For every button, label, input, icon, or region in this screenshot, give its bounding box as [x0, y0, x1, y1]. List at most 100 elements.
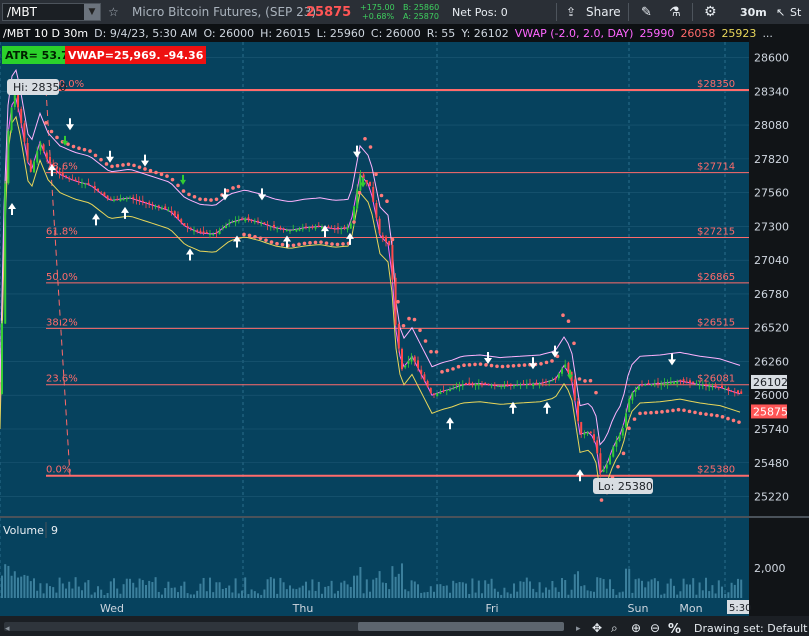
candle-body [276, 228, 279, 230]
candle-body [273, 224, 275, 228]
candle-body [650, 384, 653, 386]
x-tick-label: Sun [628, 602, 649, 615]
volume-bar [23, 574, 26, 598]
candle-body [634, 389, 637, 392]
candle-body [548, 381, 551, 383]
sar-dot [687, 409, 692, 414]
scroll-left-icon[interactable]: ◂ [5, 624, 10, 634]
volume-bar [122, 584, 125, 598]
studies-flask-icon[interactable]: ⚗ [669, 0, 681, 24]
bid-price: B: 25860 [403, 3, 440, 12]
candle-body [657, 382, 659, 384]
candle-body [461, 384, 464, 387]
volume-bar [407, 591, 410, 598]
more-studies[interactable]: ... [759, 27, 776, 40]
candle-body [77, 181, 80, 183]
volume-bar [625, 568, 627, 598]
vwap-diff-badge: -94.36 [161, 46, 207, 64]
price-tag-label: 26102 [753, 376, 788, 389]
fib-price-label: $27215 [697, 226, 735, 237]
candle-body [669, 382, 672, 384]
star-icon[interactable]: ☆ [108, 0, 119, 24]
y-tick-label: 25220 [754, 491, 789, 504]
candle-body [605, 464, 608, 469]
sar-dot [495, 364, 499, 369]
drawing-set-label[interactable]: Drawing set: Default [694, 622, 808, 635]
candle-body [93, 185, 96, 189]
share-button[interactable]: Share [586, 0, 621, 24]
volume-bar [477, 580, 480, 598]
candle-body [407, 360, 410, 364]
zoom-icon[interactable]: ⌕ [611, 621, 618, 635]
volume-bar [369, 591, 371, 598]
percent-icon[interactable]: % [668, 622, 681, 636]
pan-icon[interactable]: ✥ [592, 621, 602, 635]
candle-body [365, 180, 368, 183]
volume-bar [205, 591, 208, 598]
candle-body [628, 398, 631, 413]
candle-body [599, 453, 602, 473]
zoom-out-icon[interactable]: ⊖ [650, 621, 660, 635]
candle-body [596, 440, 599, 454]
fib-price-label: $27714 [697, 162, 735, 173]
volume-bar [260, 594, 263, 598]
y-tick-label: 27040 [754, 254, 789, 267]
volume-bar [314, 590, 317, 598]
candle-body [346, 227, 349, 230]
volume-bar [391, 566, 394, 598]
zoom-in-icon[interactable]: ⊕ [631, 621, 641, 635]
ask-price: A: 25870 [403, 12, 440, 21]
volume-bar [490, 578, 493, 598]
style-menu[interactable]: St [790, 0, 801, 24]
volume-bar [359, 566, 362, 598]
candle-body [621, 427, 624, 436]
volume-bar [535, 592, 538, 598]
volume-bar [401, 563, 403, 598]
sar-dot [319, 240, 323, 244]
volume-bar [356, 575, 359, 598]
chart-info-bar: /MBT 10 D 30m D: 9/4/23, 5:30 AM O: 2600… [0, 24, 773, 42]
volume-bar [301, 585, 304, 598]
candle-body [727, 387, 730, 391]
volume-bar [244, 577, 247, 598]
symbol-selector[interactable]: /MBT ▼ [2, 3, 101, 21]
share-icon[interactable]: ⇪ [566, 0, 576, 24]
candle-body [285, 229, 288, 232]
candle-body [170, 211, 173, 213]
x-tick-label: Thu [292, 602, 314, 615]
drawing-tools-icon[interactable]: ✎ [641, 0, 652, 24]
sar-dot [165, 174, 169, 178]
candle-body [65, 175, 67, 178]
sar-dot [456, 364, 461, 369]
sar-dot [621, 451, 626, 456]
candle-body [109, 198, 112, 201]
volume-bar [119, 593, 122, 598]
volume-period: 9 [51, 524, 58, 537]
candle-body [13, 93, 16, 107]
bar-y: Y: 26102 [461, 26, 509, 40]
candle-body [676, 381, 679, 384]
candle-body [129, 197, 131, 199]
candle-body [71, 179, 74, 181]
volume-bar [426, 592, 429, 598]
candle-body [337, 227, 339, 229]
volume-bar [641, 580, 643, 598]
sar-dot [550, 359, 554, 363]
price-chart[interactable]: 100.0% $2835078.6% $2771461.8% $2721550.0% $… [0, 42, 809, 636]
chevron-down-icon[interactable]: ▼ [84, 4, 100, 20]
scrollbar-thumb[interactable] [358, 622, 564, 631]
timeframe-selector[interactable]: 30m [740, 0, 767, 24]
candle-body [173, 211, 176, 216]
candle-body [458, 385, 461, 387]
volume-bar [375, 577, 378, 598]
volume-bar [257, 593, 259, 598]
gear-icon[interactable]: ⚙ [704, 0, 717, 24]
volume-bar [273, 578, 275, 598]
scroll-right-icon[interactable]: ▸ [576, 624, 581, 634]
volume-bar [186, 593, 189, 598]
vwap-study-label[interactable]: VWAP (-2.0, 2.0, DAY) [512, 27, 637, 40]
volume-bar [26, 575, 29, 598]
sar-dot [665, 409, 670, 413]
bar-date: D: 9/4/23, 5:30 AM [94, 26, 198, 40]
style-arrow-icon[interactable]: ↖ [776, 0, 785, 24]
